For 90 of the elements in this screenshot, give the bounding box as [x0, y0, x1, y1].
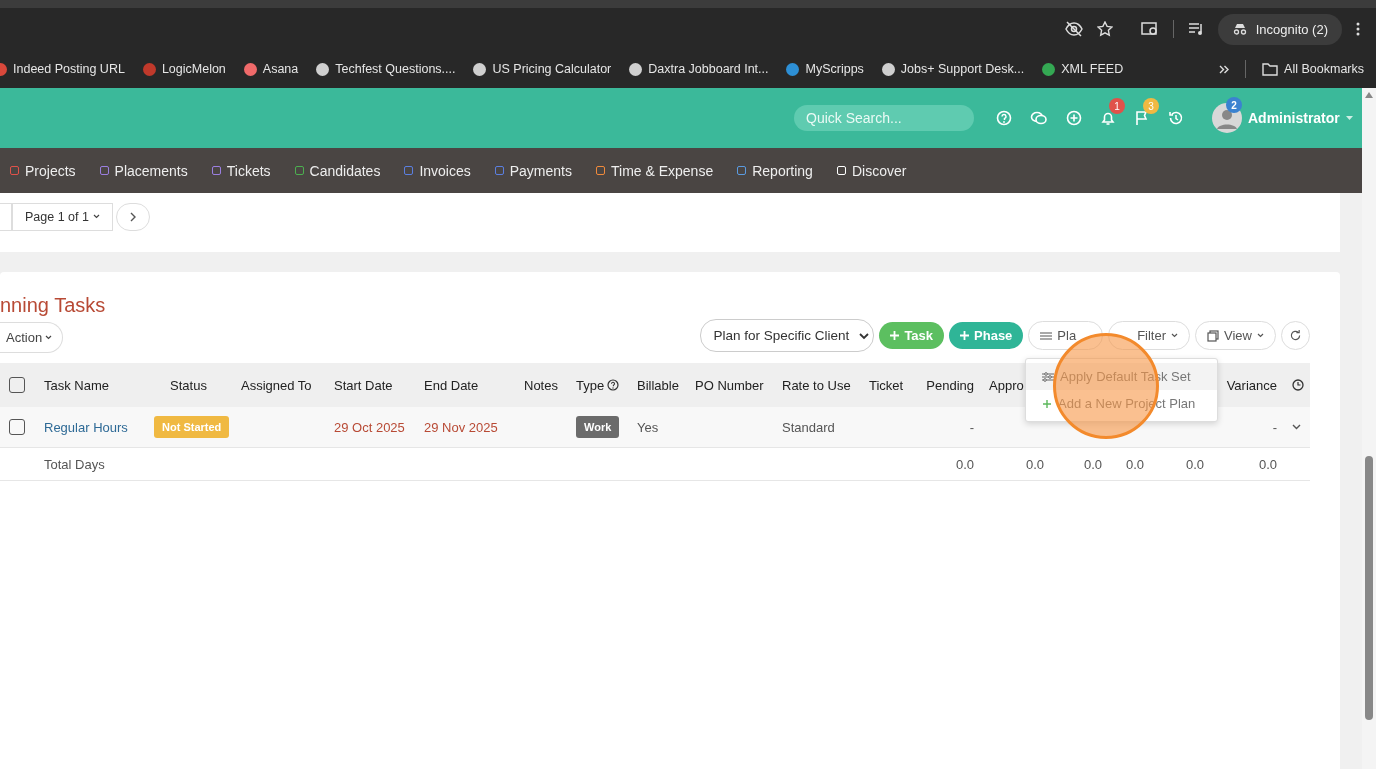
sliders-icon — [1042, 371, 1054, 382]
incognito-icon — [1231, 23, 1248, 35]
bookmark[interactable]: XML FEED — [1042, 62, 1124, 76]
column-header: Appro — [989, 377, 1024, 393]
caret-icon — [92, 214, 100, 219]
flag-icon[interactable] — [1134, 110, 1150, 126]
bell-icon[interactable] — [1100, 110, 1116, 126]
tab-search-icon[interactable] — [1140, 21, 1159, 37]
nav-tab[interactable]: Payments — [494, 162, 572, 179]
table-cell: - — [969, 419, 974, 435]
select-all-checkbox[interactable] — [9, 377, 25, 393]
notification-count: 1 — [1109, 98, 1125, 114]
table-cell: 29 Nov 2025 — [424, 419, 498, 435]
incognito-button[interactable]: Incognito (2) — [1217, 13, 1342, 45]
copy-icon — [1207, 329, 1220, 342]
row-checkbox[interactable] — [9, 419, 25, 435]
nav-tab[interactable]: Invoices — [404, 162, 471, 179]
refresh-icon — [1290, 330, 1301, 341]
bookmark[interactable]: Jobs+ Support Desk... — [881, 62, 1025, 76]
column-header: Billable — [637, 377, 679, 393]
section-title: nning Tasks — [0, 293, 107, 318]
avatar-count: 2 — [1226, 97, 1242, 113]
column-header: End Date — [424, 377, 479, 393]
star-icon[interactable] — [1096, 21, 1113, 37]
clock-icon[interactable] — [1292, 379, 1304, 391]
bookmark[interactable]: LogicMelon — [142, 62, 226, 76]
nav-tab[interactable]: Reporting — [737, 162, 813, 179]
expand-chevron-icon[interactable] — [1292, 424, 1301, 430]
all-bookmarks-button[interactable]: All Bookmarks — [1262, 62, 1364, 76]
bookmark[interactable]: Asana — [243, 62, 299, 76]
add-icon[interactable] — [1066, 110, 1082, 126]
table-cell: - — [1272, 419, 1277, 435]
folder-icon — [1262, 62, 1279, 76]
more-menu-icon[interactable] — [1356, 22, 1360, 36]
type-badge: Work — [576, 416, 620, 438]
plus-icon — [1042, 398, 1052, 409]
column-header: Start Date — [334, 377, 393, 393]
nav-tab[interactable]: Discover — [836, 162, 907, 179]
table-cell: Standard — [782, 419, 835, 435]
table-cell: Yes — [637, 419, 659, 435]
plus-icon — [890, 331, 900, 340]
table-cell: 0.0 — [1185, 456, 1204, 472]
table-cell: 0.0 — [1125, 456, 1144, 472]
caret-icon — [1257, 333, 1264, 338]
column-header: Rate to Use — [782, 377, 851, 393]
chevron-right-icon — [128, 211, 137, 222]
media-list-icon[interactable] — [1187, 22, 1204, 36]
column-header: Assigned To — [241, 377, 312, 393]
help-icon[interactable] — [607, 379, 620, 391]
quick-search-field[interactable]: Quick Search... — [794, 105, 974, 131]
scroll-up-icon[interactable] — [1365, 92, 1373, 98]
eye-slash-icon[interactable] — [1064, 21, 1083, 37]
table-cell: 0.0 — [955, 456, 974, 472]
chat-icon[interactable] — [1030, 110, 1048, 126]
scrollbar-thumb[interactable] — [1365, 456, 1373, 720]
task-link[interactable]: Regular Hours — [44, 419, 128, 435]
column-header: Type — [576, 377, 605, 393]
sliders-icon — [1040, 330, 1053, 341]
caret-icon — [45, 335, 53, 340]
column-header: PO Number — [695, 377, 764, 393]
table-cell: 0.0 — [1083, 456, 1102, 472]
nav-tab[interactable]: Candidates — [294, 162, 381, 179]
nav-tab[interactable]: Tickets — [211, 162, 271, 179]
plus-icon — [960, 331, 970, 340]
page-select[interactable]: Page 1 of 1 — [12, 202, 113, 231]
column-header: Ticket — [869, 377, 904, 393]
totals-label: Total Days — [44, 456, 105, 472]
bookmark[interactable]: MyScripps — [786, 62, 864, 76]
history-icon[interactable] — [1168, 110, 1184, 126]
table-cell: 0.0 — [1025, 456, 1044, 472]
column-header: Variance — [1226, 377, 1277, 393]
column-header: Notes — [524, 377, 558, 393]
plan-select[interactable]: Plan for Specific Client — [699, 319, 875, 352]
table-cell: 0.0 — [1258, 456, 1277, 472]
bookmark[interactable]: US Pricing Calculator — [473, 62, 612, 76]
caret-icon — [859, 331, 870, 340]
bookmark[interactable]: Indeed Posting URL — [0, 62, 125, 76]
nav-tab[interactable]: Projects — [10, 162, 76, 179]
bookmark[interactable]: Daxtra Jobboard Int... — [629, 62, 769, 76]
bookmark[interactable]: Techfest Questions.... — [316, 62, 456, 76]
nav-tab[interactable]: Placements — [99, 162, 188, 179]
flag-count: 3 — [1143, 98, 1159, 114]
caret-icon — [1171, 333, 1179, 338]
nav-tab[interactable]: Time & Expense — [596, 162, 714, 179]
status-badge: Not Started — [154, 416, 230, 438]
column-header: Task Name — [44, 377, 110, 393]
double-chevron-icon[interactable] — [1219, 64, 1230, 74]
table-cell: 29 Oct 2025 — [334, 419, 405, 435]
column-header: Pending — [926, 377, 974, 393]
column-header: Status — [170, 377, 207, 393]
